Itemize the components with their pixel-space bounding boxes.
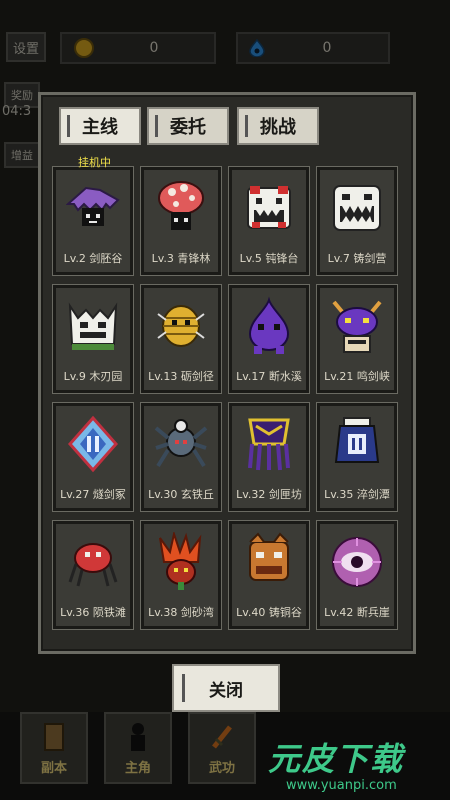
stage-card[interactable]: Lv.38 剑砂湾 [140,520,222,630]
stage-card[interactable]: Lv.30 玄铁丘 [140,402,222,512]
red-crab-icon [68,543,118,587]
tab-main-label: 主线 [82,117,118,138]
stage-caption: Lv.38 剑砂湾 [148,606,214,619]
stage-caption: Lv.7 铸剑营 [327,252,387,265]
close-label: 关闭 [209,680,243,701]
stage-card[interactable]: Lv.21 鸣剑峡 [316,284,398,394]
stage-caption: Lv.21 鸣剑峡 [324,370,390,383]
purple-shroud-monster-icon [66,186,120,226]
stage-card[interactable]: Lv.40 铸铜谷 [228,520,310,630]
stage-card[interactable]: Lv.42 断兵崖 [316,520,398,630]
stage-card[interactable]: Lv.17 断水溪 [228,284,310,394]
stage-card[interactable]: Lv.3 青锋林 [140,166,222,276]
stage-card[interactable]: 挂机中 Lv.2 剑胚谷 [52,156,134,276]
tab-notch [67,115,70,137]
stage-caption: Lv.30 玄铁丘 [148,488,214,501]
stage-caption: Lv.27 燧剑冢 [60,488,126,501]
horned-tree-beast-icon [68,302,118,350]
stage-caption: Lv.5 钝锋台 [239,252,299,265]
stage-card[interactable]: Lv.9 木刃园 [52,284,134,394]
stage-caption: Lv.40 铸铜谷 [236,606,302,619]
stage-caption: Lv.42 断兵崖 [324,606,390,619]
bronze-ogre-icon [249,532,289,581]
stage-card[interactable]: Lv.13 砺剑径 [140,284,222,394]
tab-challenge[interactable]: 挑战 [237,107,319,145]
stage-caption: Lv.32 剑匣坊 [236,488,302,501]
blue-lantern-golem-icon [334,417,380,463]
stage-caption: Lv.17 断水溪 [236,370,302,383]
tab-challenge-label: 挑战 [260,117,296,138]
white-fanged-beast-icon [247,186,291,229]
stage-caption: Lv.35 淬剑潭 [324,488,390,501]
stage-caption: Lv.9 木刃园 [63,370,123,383]
stage-card[interactable]: Lv.7 铸剑营 [316,166,398,276]
tab-commission-label: 委托 [170,117,206,138]
fire-plant-icon [159,532,202,590]
close-button[interactable]: 关闭 [172,664,280,712]
stage-caption: Lv.36 陨铁滩 [60,606,126,619]
blue-crystal-tile-icon [67,415,119,473]
purple-slime-icon [248,296,290,354]
red-mushroom-monster-icon [158,181,204,230]
stage-caption: Lv.13 砺剑径 [148,370,214,383]
stage-grid: 挂机中 Lv.2 剑胚谷 Lv.3 青锋林 Lv.5 钝锋台 Lv.7 铸剑营 … [52,156,399,630]
stage-select-panel: 主线 委托 挑战 挂机中 Lv.2 剑胚谷 Lv.3 青锋林 Lv.5 钝锋台 … [38,92,416,654]
stage-caption: Lv.3 青锋林 [151,252,211,265]
tab-notch [155,115,158,137]
watermark-url: www.yuanpi.com [286,778,397,793]
tab-commission[interactable]: 委托 [147,107,229,145]
violet-eye-orb-icon [332,537,382,587]
stage-card[interactable]: Lv.36 陨铁滩 [52,520,134,630]
stage-card[interactable]: Lv.27 燧剑冢 [52,402,134,512]
stage-card[interactable]: Lv.32 剑匣坊 [228,402,310,512]
watermark-title: 元皮下载 [268,740,405,778]
close-notch [182,674,185,702]
idle-tag: 挂机中 [78,156,111,169]
tab-main[interactable]: 主线 [59,107,141,145]
golden-scarab-icon [157,305,205,347]
steel-spider-icon [154,419,208,468]
gold-crowned-squid-icon [248,418,290,471]
stage-caption: Lv.2 剑胚谷 [63,252,123,265]
watermark: 元皮下载 www.yuanpi.com [268,734,444,796]
horned-purple-demon-icon [332,300,382,353]
stage-card[interactable]: Lv.5 钝锋台 [228,166,310,276]
white-skull-beast-icon [333,185,381,231]
stage-card[interactable]: Lv.35 淬剑潭 [316,402,398,512]
tab-notch [245,115,248,137]
